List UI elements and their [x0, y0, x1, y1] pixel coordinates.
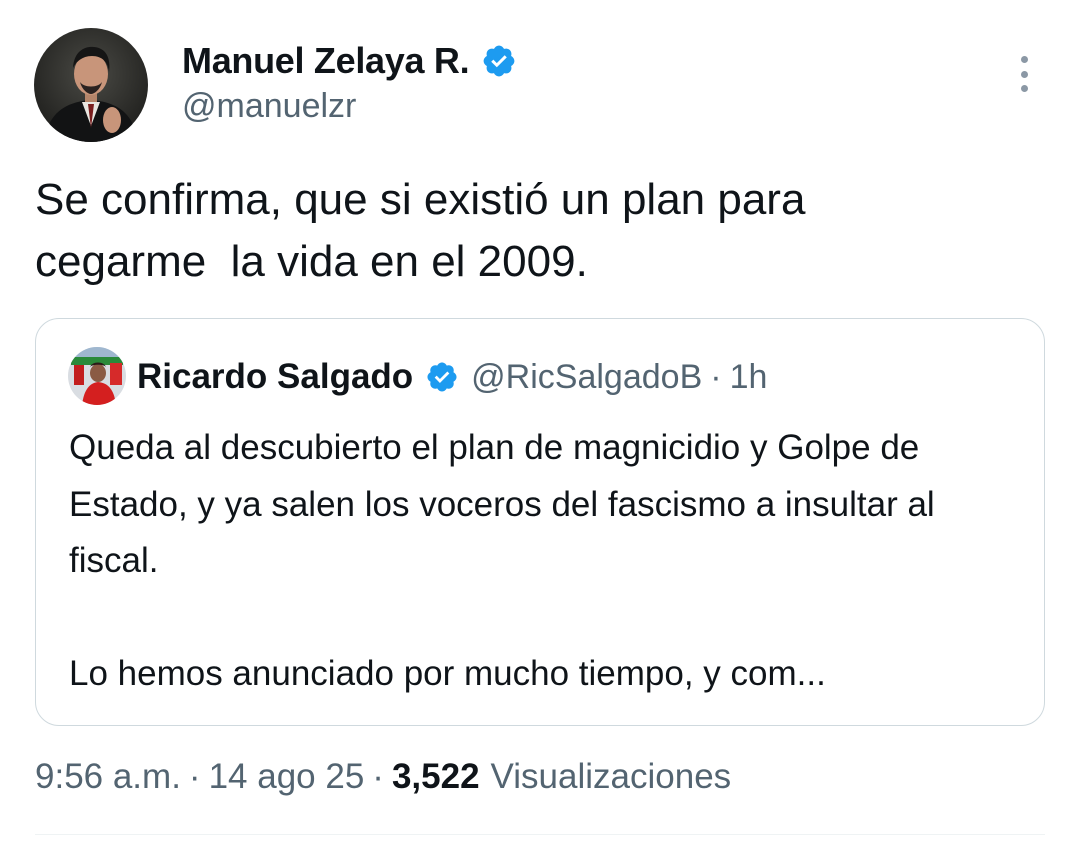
divider	[35, 834, 1045, 835]
more-dot	[1020, 70, 1028, 78]
author-avatar[interactable]	[34, 28, 148, 142]
tweet-time[interactable]: 9:56 a.m.	[35, 757, 181, 797]
quoted-tweet-card[interactable]: Ricardo Salgado @RicSalgadoB · 1h Queda …	[35, 318, 1045, 726]
views-count[interactable]: 3,522	[392, 757, 480, 797]
tweet-date[interactable]: 14 ago 25	[209, 757, 365, 797]
author-name[interactable]: Manuel Zelaya R.	[182, 40, 470, 82]
quote-avatar-image	[68, 347, 126, 405]
tweet-meta: 9:56 a.m. · 14 ago 25 · 3,522 Visualizac…	[35, 752, 731, 802]
verified-badge-icon	[425, 360, 459, 394]
quote-author-avatar[interactable]	[68, 347, 126, 405]
quote-author-name[interactable]: Ricardo Salgado	[137, 357, 413, 397]
meta-separator: ·	[372, 757, 384, 796]
quote-text: Queda al descubierto el plan de magnicid…	[69, 420, 1029, 702]
more-vertical-icon[interactable]	[1007, 52, 1041, 96]
meta-separator: ·	[188, 757, 201, 796]
author-avatar-image	[34, 28, 148, 142]
quote-paragraph: Lo hemos anunciado por mucho tiempo, y c…	[69, 653, 826, 693]
quote-paragraph: Queda al descubierto el plan de magnicid…	[69, 428, 935, 580]
verified-badge-icon[interactable]	[481, 43, 517, 79]
more-dot	[1020, 85, 1028, 92]
views-label[interactable]: Visualizaciones	[491, 757, 732, 797]
quote-author-handle[interactable]: @RicSalgadoB	[471, 358, 702, 397]
more-dot	[1020, 56, 1028, 63]
quote-separator: ·	[710, 357, 722, 396]
quote-header[interactable]: Ricardo Salgado @RicSalgadoB · 1h	[137, 355, 767, 399]
quote-timestamp[interactable]: 1h	[730, 358, 768, 397]
author-handle[interactable]: @manuelzr	[182, 87, 356, 126]
author-name-row[interactable]: Manuel Zelaya R.	[182, 38, 517, 84]
tweet-text: Se confirma, que si existió un plan para…	[35, 175, 806, 286]
